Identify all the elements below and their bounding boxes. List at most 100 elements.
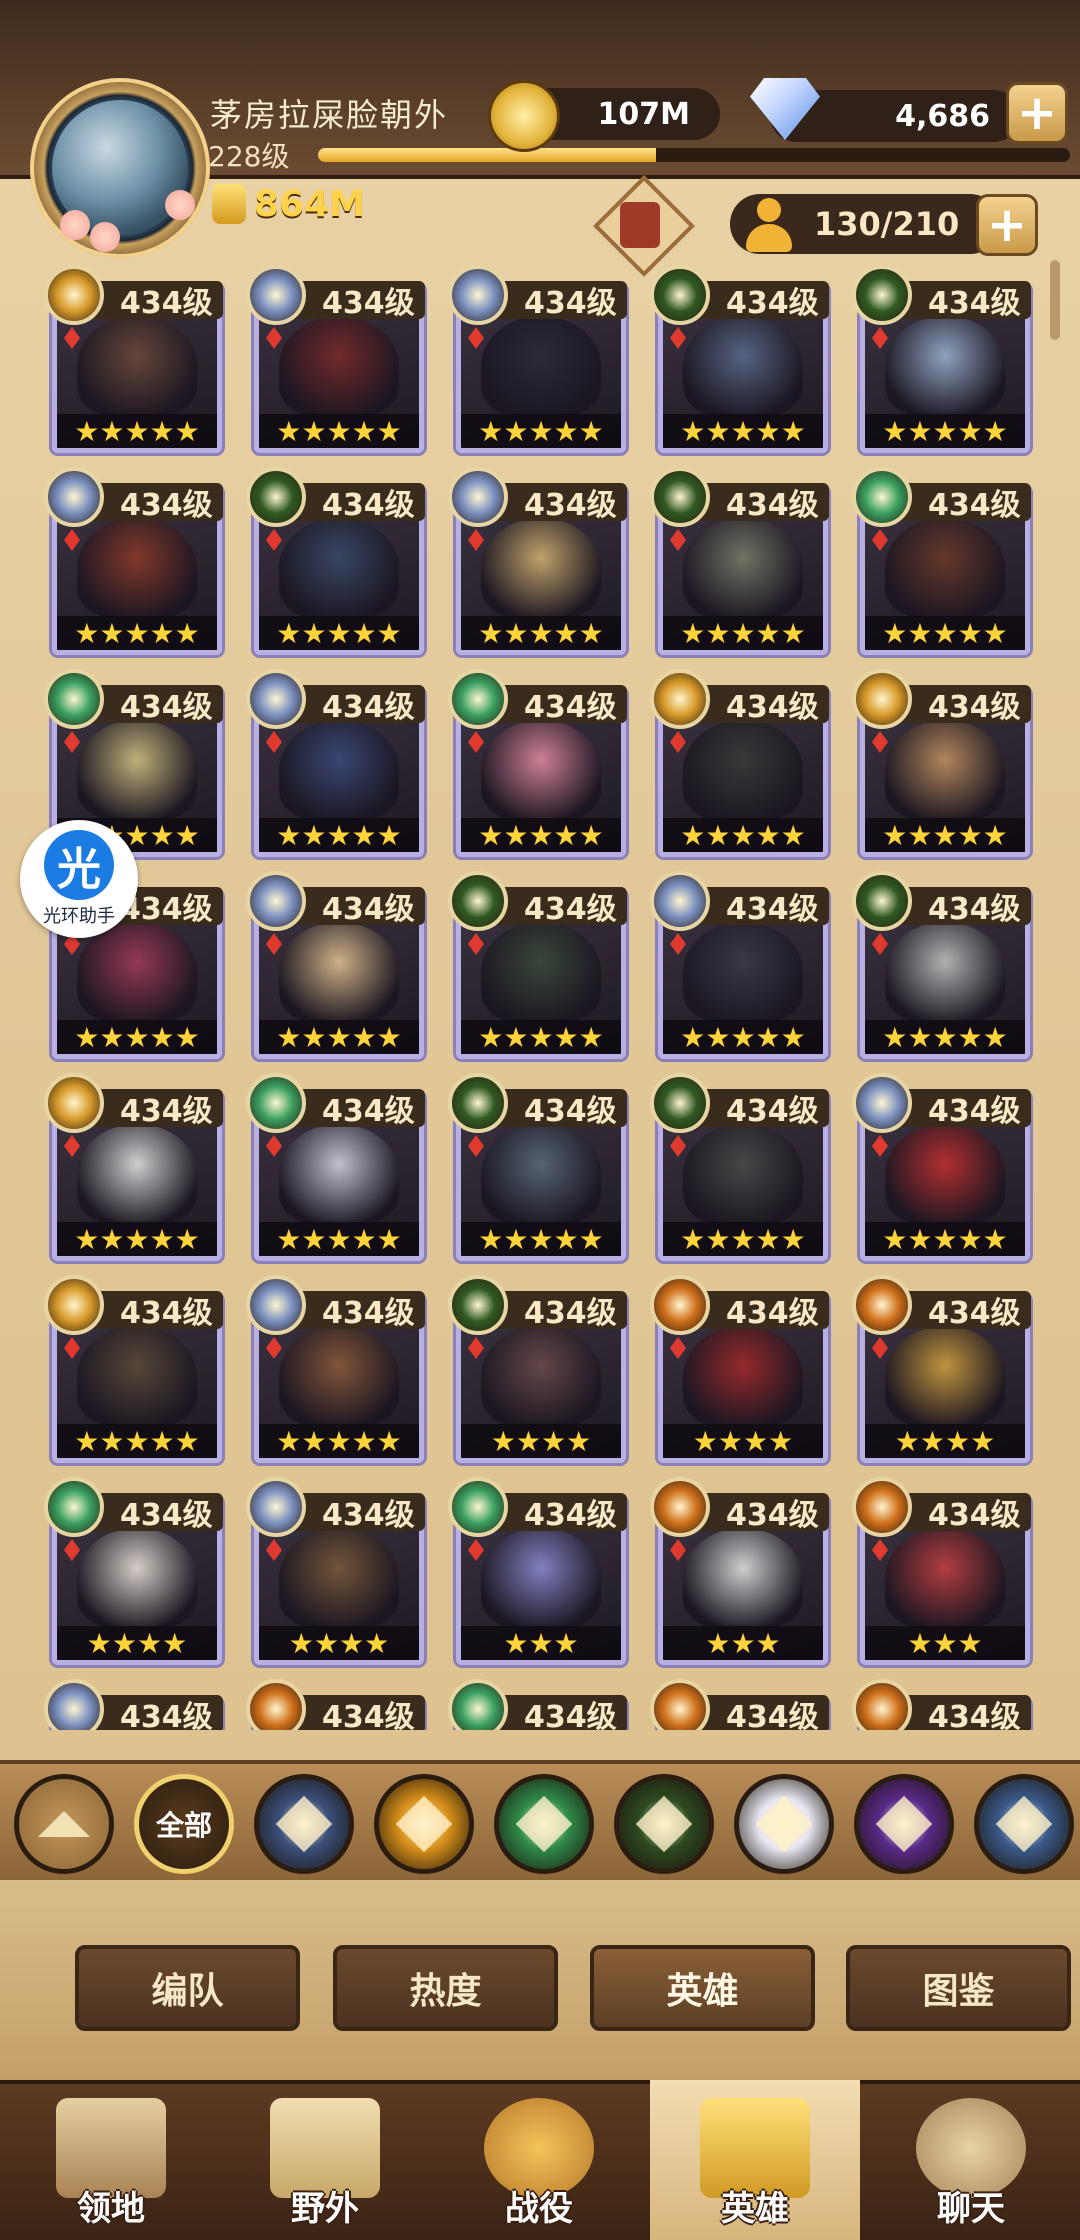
hero-portrait bbox=[683, 1528, 803, 1628]
flower-icon bbox=[165, 190, 195, 220]
xp-bar-fill bbox=[318, 148, 657, 162]
hero-portrait bbox=[279, 720, 399, 820]
hero-stars: ★★★★★ bbox=[865, 1222, 1025, 1256]
dimensional-faction-icon bbox=[995, 1795, 1053, 1853]
tab-formation[interactable]: 编队 bbox=[75, 1945, 300, 2031]
hero-portrait bbox=[77, 316, 197, 416]
mauler-faction-icon bbox=[852, 1477, 912, 1537]
hero-portrait bbox=[279, 1124, 399, 1224]
hero-portrait bbox=[279, 1326, 399, 1426]
filter-wilder-button[interactable] bbox=[494, 1774, 594, 1874]
graveborn-faction-icon bbox=[635, 1795, 693, 1853]
wilder-faction-icon bbox=[448, 669, 508, 729]
mauler-faction-icon bbox=[650, 1477, 710, 1537]
hero-stars: ★★★★ bbox=[865, 1424, 1025, 1458]
graveborn-faction-icon bbox=[852, 871, 912, 931]
hero-stars: ★★★★ bbox=[461, 1424, 621, 1458]
mauler-faction-icon bbox=[852, 1679, 912, 1730]
nav-campaign[interactable]: 战役 bbox=[434, 2080, 644, 2240]
hero-stars: ★★★★★ bbox=[865, 1020, 1025, 1054]
hero-stars: ★★★★★ bbox=[865, 616, 1025, 650]
scrollbar[interactable] bbox=[1050, 260, 1060, 340]
hero-portrait bbox=[885, 518, 1005, 618]
hero-portrait bbox=[77, 1326, 197, 1426]
hero-portrait bbox=[481, 518, 601, 618]
hero-portrait bbox=[885, 1326, 1005, 1426]
lightbearer-faction-icon bbox=[44, 1073, 104, 1133]
celestial-faction-icon bbox=[44, 1679, 104, 1730]
hero-stars: ★★★★★ bbox=[663, 1020, 823, 1054]
hero-stars: ★★★★★ bbox=[57, 616, 217, 650]
lightbearer-faction-icon bbox=[852, 669, 912, 729]
tab-popularity[interactable]: 热度 bbox=[333, 1945, 558, 2031]
hero-portrait bbox=[683, 518, 803, 618]
player-level: 228级 bbox=[208, 140, 290, 173]
helper-floating-button[interactable]: 光 光环助手 bbox=[20, 820, 138, 938]
mauler-faction-icon bbox=[650, 1275, 710, 1335]
collapse-filter-button[interactable] bbox=[14, 1774, 114, 1874]
filter-mauler-button[interactable] bbox=[374, 1774, 474, 1874]
hero-stars: ★★★★★ bbox=[259, 1222, 419, 1256]
graveborn-faction-icon bbox=[448, 1073, 508, 1133]
hero-portrait bbox=[279, 518, 399, 618]
filter-lightbearer-button[interactable] bbox=[254, 1774, 354, 1874]
filter-graveborn-button[interactable] bbox=[614, 1774, 714, 1874]
flower-icon bbox=[60, 210, 90, 240]
tab-codex[interactable]: 图鉴 bbox=[846, 1945, 1071, 2031]
celestial-faction-icon bbox=[246, 669, 306, 729]
celestial-faction-icon bbox=[448, 467, 508, 527]
add-gems-button[interactable]: + bbox=[1006, 82, 1068, 144]
wilder-faction-icon bbox=[448, 1477, 508, 1537]
lightbearer-faction-icon bbox=[44, 1275, 104, 1335]
wilder-faction-icon bbox=[44, 1477, 104, 1537]
chevron-up-icon bbox=[38, 1811, 90, 1837]
hero-stars: ★★★★★ bbox=[663, 414, 823, 448]
hero-portrait bbox=[885, 1528, 1005, 1628]
player-name: 茅房拉屎脸朝外 bbox=[210, 96, 449, 134]
nav-territory[interactable]: 领地 bbox=[6, 2080, 216, 2240]
xp-bar bbox=[318, 148, 1070, 162]
hero-stars: ★★★★★ bbox=[259, 616, 419, 650]
hero-stars: ★★★★★ bbox=[57, 1020, 217, 1054]
hero-portrait bbox=[481, 922, 601, 1022]
helper-logo-icon: 光 bbox=[44, 830, 114, 900]
tab-heroes[interactable]: 英雄 bbox=[590, 1945, 815, 2031]
nav-label: 战役 bbox=[505, 2189, 573, 2229]
hero-stars: ★★★★★ bbox=[259, 414, 419, 448]
wilder-faction-icon bbox=[44, 669, 104, 729]
mauler-faction-icon bbox=[852, 1275, 912, 1335]
hero-stars: ★★★★★ bbox=[57, 1222, 217, 1256]
nav-field[interactable]: 野外 bbox=[220, 2080, 430, 2240]
nav-heroes[interactable]: 英雄 bbox=[650, 2080, 860, 2240]
hero-stars: ★★★★★ bbox=[865, 414, 1025, 448]
hero-stars: ★★★★ bbox=[57, 1626, 217, 1660]
nav-label: 英雄 bbox=[721, 2189, 789, 2229]
nav-label: 聊天 bbox=[937, 2189, 1005, 2229]
filter-all-button[interactable]: 全部 bbox=[134, 1774, 234, 1874]
hero-portrait bbox=[77, 1124, 197, 1224]
nav-chat[interactable]: 聊天 bbox=[866, 2080, 1076, 2240]
filter-celestial-button[interactable] bbox=[734, 1774, 834, 1874]
hero-portrait bbox=[683, 1124, 803, 1224]
filter-dimensional-button[interactable] bbox=[974, 1774, 1074, 1874]
hero-stars: ★★★ bbox=[663, 1626, 823, 1660]
celestial-faction-icon bbox=[246, 871, 306, 931]
mauler-faction-icon bbox=[246, 1679, 306, 1730]
hero-portrait bbox=[683, 720, 803, 820]
hero-portrait bbox=[481, 316, 601, 416]
celestial-faction-icon bbox=[246, 1477, 306, 1537]
hero-portrait bbox=[683, 922, 803, 1022]
gold-coin-icon bbox=[488, 80, 560, 152]
hero-portrait bbox=[279, 1528, 399, 1628]
filter-hypogean-button[interactable] bbox=[854, 1774, 954, 1874]
hero-portrait bbox=[77, 720, 197, 820]
graveborn-faction-icon bbox=[852, 265, 912, 325]
expand-hero-slots-button[interactable]: + bbox=[976, 194, 1038, 256]
celestial-faction-icon bbox=[246, 1275, 306, 1335]
hero-stars: ★★★★★ bbox=[663, 1222, 823, 1256]
celestial-faction-icon bbox=[852, 1073, 912, 1133]
graveborn-faction-icon bbox=[650, 265, 710, 325]
person-icon bbox=[744, 198, 794, 252]
hero-stars: ★★★★★ bbox=[461, 414, 621, 448]
guild-emblem-icon[interactable] bbox=[590, 175, 695, 277]
